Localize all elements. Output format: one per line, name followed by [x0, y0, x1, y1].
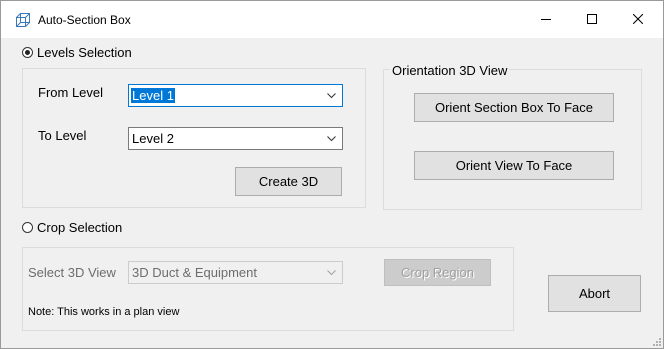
from-level-dropdown[interactable]: Level 1: [128, 84, 343, 107]
orient-view-button[interactable]: Orient View To Face: [414, 151, 614, 180]
crop-selection-radio[interactable]: Crop Selection: [22, 220, 122, 235]
orientation-group: [383, 69, 642, 210]
to-level-label: To Level: [38, 128, 87, 143]
create-3d-button[interactable]: Create 3D: [235, 167, 342, 196]
select-3d-view-value: 3D Duct & Equipment: [132, 265, 258, 280]
crop-note: Note: This works in a plan view: [28, 306, 180, 318]
title-bar[interactable]: Auto-Section Box: [1, 1, 663, 38]
window-title: Auto-Section Box: [38, 13, 131, 27]
close-button[interactable]: [615, 1, 661, 38]
crop-region-button[interactable]: Crop Region: [384, 259, 491, 286]
maximize-button[interactable]: [569, 1, 615, 38]
minimize-button[interactable]: [523, 1, 569, 38]
orient-section-box-button[interactable]: Orient Section Box To Face: [414, 93, 614, 122]
crop-selection-label: Crop Selection: [37, 220, 123, 235]
to-level-dropdown[interactable]: Level 2: [128, 127, 343, 150]
to-level-value: Level 2: [132, 131, 174, 146]
chevron-down-icon: [327, 136, 336, 142]
levels-selection-label: Levels Selection: [37, 45, 132, 60]
chevron-down-icon: [327, 93, 336, 99]
from-level-value: Level 1: [131, 88, 175, 103]
maximize-icon: [587, 12, 597, 27]
select-3d-view-label: Select 3D View: [28, 265, 116, 280]
radio-checked-icon: [22, 47, 33, 58]
orientation-group-title: Orientation 3D View: [390, 63, 510, 78]
radio-unchecked-icon: [22, 222, 33, 233]
resize-grip-icon[interactable]: [651, 336, 661, 346]
auto-section-box-window: Auto-Section Box Levels Selection From L…: [0, 0, 664, 349]
chevron-down-icon: [327, 270, 336, 276]
abort-button[interactable]: Abort: [548, 275, 641, 312]
levels-selection-radio[interactable]: Levels Selection: [22, 45, 132, 60]
cube-icon: [15, 12, 31, 28]
minimize-icon: [541, 12, 551, 27]
select-3d-view-dropdown[interactable]: 3D Duct & Equipment: [128, 261, 343, 284]
close-icon: [632, 12, 644, 27]
from-level-label: From Level: [38, 85, 104, 100]
